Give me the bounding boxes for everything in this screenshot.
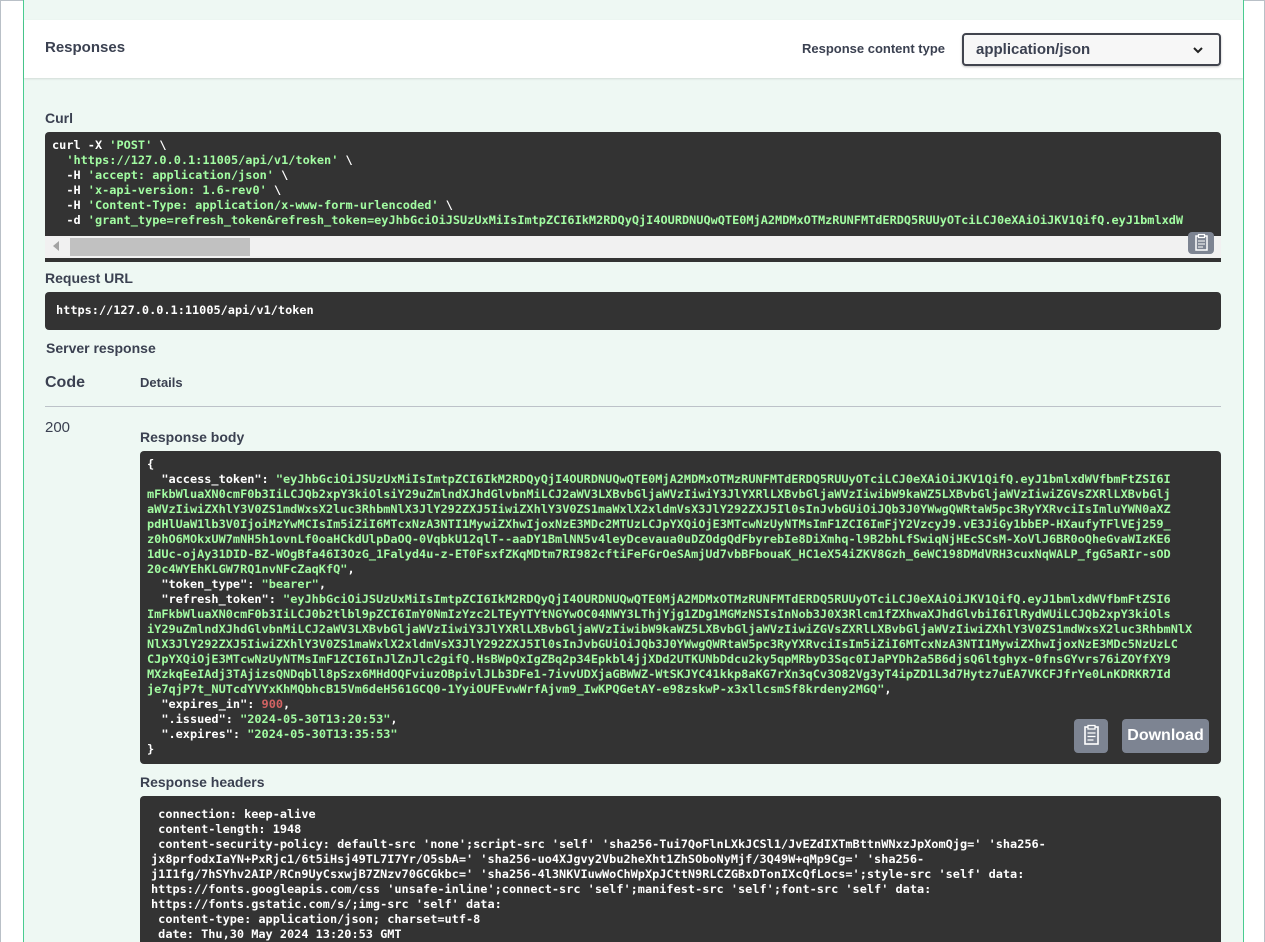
request-url-value: https://127.0.0.1:11005/api/v1/token (56, 303, 314, 317)
response-header-line: content-length: 1948 (151, 822, 302, 836)
top-strip (24, 0, 1243, 20)
request-url-label: Request URL (45, 270, 133, 286)
response-body-line: iY29uZmlndXJhdGlvbnMiLCJ2aWV3LXBvbGljaWV… (147, 622, 1193, 636)
response-header-line: content-type: application/json; charset=… (151, 912, 481, 926)
clipboard-icon (1084, 724, 1099, 745)
response-body-line: MXzkqEeIAdj3TAjizsQNDqbll8pSzx6MHdOQFviu… (147, 667, 1171, 681)
response-body-line: NlX3JlY292ZXJ5IiwiZXhlY3V0ZS1maWxlX2xldm… (147, 637, 1178, 651)
response-headers-block[interactable]: connection: keep-alive content-length: 1… (140, 796, 1221, 942)
curl-line: curl -X 'POST' \ (52, 138, 167, 152)
curl-line: -H 'x-api-version: 1.6-rev0' \ (52, 183, 282, 197)
response-body-line: "expires_in": 900, (147, 697, 291, 711)
scroll-left-icon[interactable] (53, 241, 59, 251)
response-body-line: 1dUc-ojAy31DID-BZ-WOgBfa46I3OzG_1Falyd4u… (147, 547, 1171, 561)
response-body-line: pdHlUaW1lb3V0IjoiMzYwMCIsIm5iZiI6MTcxNzA… (147, 517, 1171, 531)
chevron-down-icon (1193, 47, 1203, 54)
response-header-line: jx8prfodxIaYN+PxRjc1/6t5iHsj49TL7I7Yr/O5… (151, 852, 925, 866)
response-header-line: content-security-policy: default-src 'no… (151, 837, 1046, 851)
response-body-line: z0hO6MOkxUW7mNH5h1ovnLf0oaHCkdUlpDaOQ-0V… (147, 532, 1171, 546)
operation-block: Responses Response content type applicat… (23, 0, 1244, 942)
response-body-line: CJpYXQiOjE3MTcwNzUyNTMsImF1ZCI6InJlZnJlc… (147, 652, 1171, 666)
response-body-line: { (147, 457, 155, 471)
response-status-code: 200 (45, 419, 71, 436)
curl-line: 'https://127.0.0.1:11005/api/v1/token' \ (66, 153, 353, 167)
response-body-line: "token_type": "bearer", (147, 577, 326, 591)
content-type-label: Response content type (802, 41, 946, 56)
response-body-line: "refresh_token": "eyJhbGciOiJSUzUxMiIsIm… (147, 592, 1171, 606)
details-column-header: Details (140, 375, 183, 390)
curl-line: -d 'grant_type=refresh_token&refresh_tok… (52, 213, 1184, 227)
response-body-line: "access_token": "eyJhbGciOiJSUzUxMiIsImt… (147, 472, 1171, 486)
scroll-thumb[interactable] (70, 238, 250, 256)
response-body-line: 20c4WYEhKLGW7RQ1nvNFcZaqKfQ", (147, 562, 355, 576)
request-url-block[interactable]: https://127.0.0.1:11005/api/v1/token (45, 292, 1221, 330)
responses-header: Responses Response content type applicat… (24, 20, 1243, 78)
copy-response-button[interactable] (1074, 719, 1108, 753)
content-type-select[interactable]: application/json (962, 33, 1221, 66)
response-headers-label: Response headers (140, 774, 265, 790)
response-body-block[interactable]: } ".expires": "2024-05-30T13:35:53" ".is… (140, 451, 1221, 764)
response-header-line: https://fonts.gstatic.com/s/;img-src 'se… (151, 897, 502, 911)
response-body-line: je7qjP7t_NUTcdYVYxKhMQbhcB15Vm6deH561GCQ… (147, 682, 892, 696)
response-header-line: date: Thu,30 May 2024 13:20:53 GMT (151, 927, 402, 941)
response-body-line: } (147, 742, 155, 756)
content-type-value: application/json (976, 41, 1091, 58)
code-column-header: Code (45, 374, 85, 391)
response-body-line: mFkbWluaXN0cmF0b3IiLCJQb2xpY3kiOlsiY29uZ… (147, 487, 1171, 501)
curl-label: Curl (45, 110, 73, 126)
responses-title: Responses (45, 39, 126, 56)
response-body-line: ".issued": "2024-05-30T13:20:53", (147, 712, 398, 726)
copy-curl-button[interactable] (1188, 232, 1214, 254)
table-divider (45, 406, 1221, 407)
response-body-line: ".expires": "2024-05-30T13:35:53" (147, 727, 398, 741)
response-body-line: ImFkbWluaXN0cmF0b3IiLCJ0b2tlbl9pZCI6ImY0… (147, 607, 1171, 621)
response-header-line: j1I1fg/7hSYhv2AIP/RCn9UyCsxwjB7ZNzv70GCG… (151, 867, 1025, 881)
server-response-label: Server response (46, 340, 156, 356)
response-header-line: connection: keep-alive (151, 807, 316, 821)
response-body-label: Response body (140, 429, 245, 445)
clipboard-icon (1195, 233, 1208, 251)
horizontal-scrollbar[interactable] (45, 236, 1221, 258)
curl-line: -H 'Content-Type: application/x-www-form… (52, 198, 453, 212)
response-body-line: aWVzIiwiZXhlY3V0ZS1mdWxsX2luc3RhbmNlX3Jl… (147, 502, 1171, 516)
response-header-line: https://fonts.googleapis.com/css 'unsafe… (151, 882, 932, 896)
download-button[interactable]: Download (1122, 719, 1209, 753)
curl-line: -H 'accept: application/json' \ (52, 168, 289, 182)
